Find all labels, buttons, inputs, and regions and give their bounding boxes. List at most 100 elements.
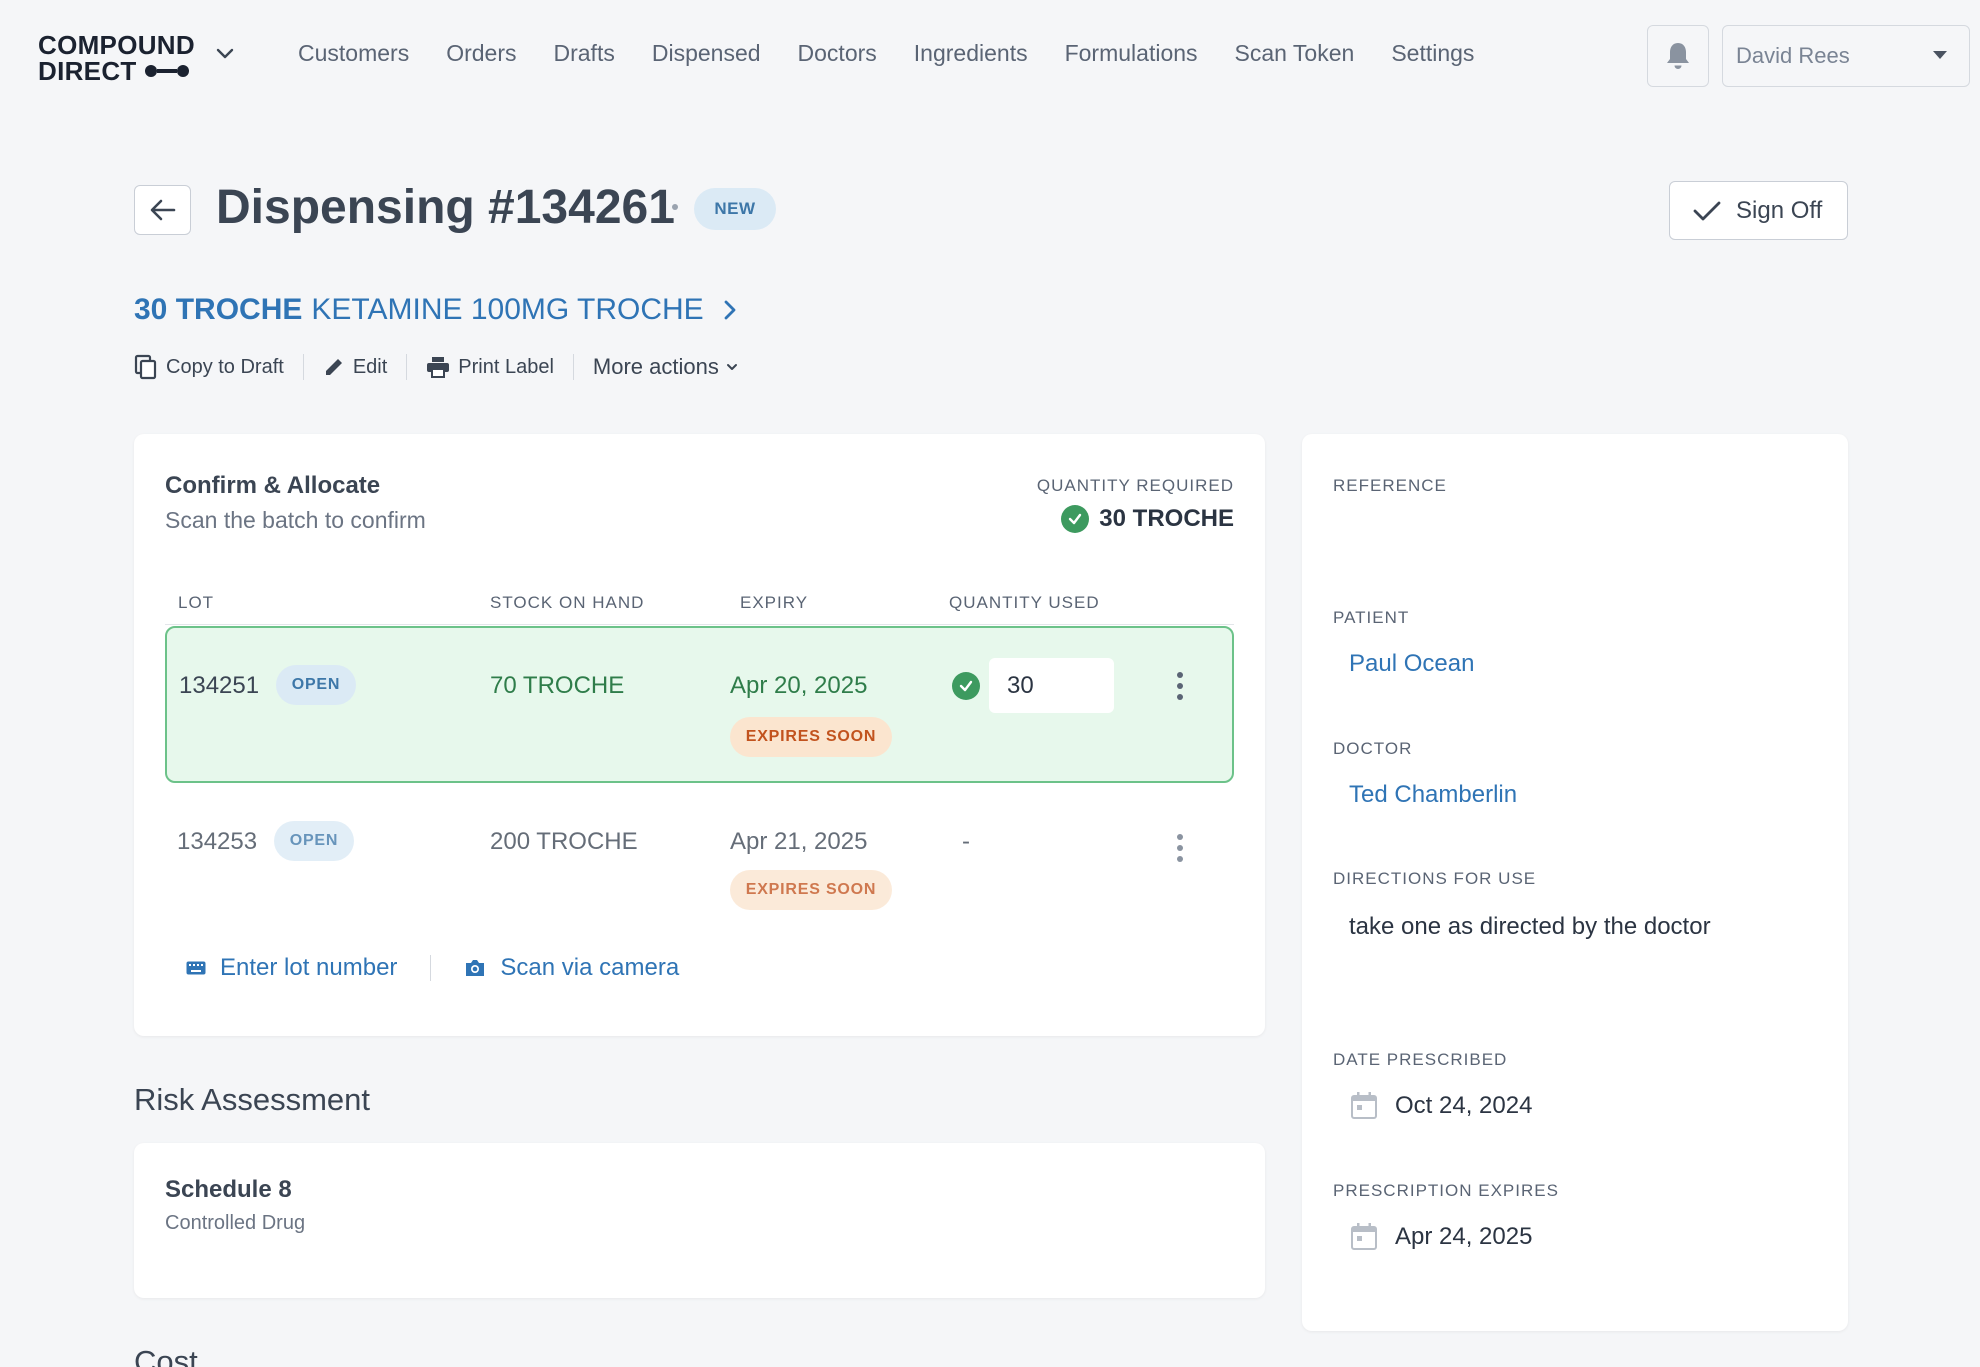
back-button[interactable] bbox=[134, 185, 191, 235]
date-prescribed: Oct 24, 2024 bbox=[1349, 1091, 1532, 1121]
prescription-expires-value: Apr 24, 2025 bbox=[1395, 1223, 1533, 1250]
nav-ingredients[interactable]: Ingredients bbox=[914, 40, 1028, 67]
card-title: Confirm & Allocate bbox=[165, 472, 381, 499]
chevron-down-icon[interactable] bbox=[214, 42, 236, 64]
directions-text: take one as directed by the doctor bbox=[1349, 913, 1711, 940]
expiry-date: Apr 20, 2025 bbox=[730, 672, 868, 699]
expires-soon-badge: EXPIRES SOON bbox=[730, 870, 892, 910]
pencil-icon bbox=[325, 359, 342, 375]
patient-label: PATIENT bbox=[1333, 608, 1410, 627]
row-menu-icon[interactable] bbox=[1170, 830, 1190, 866]
enter-lot-number-label: Enter lot number bbox=[220, 954, 398, 981]
copy-to-draft-button[interactable]: Copy to Draft bbox=[134, 354, 303, 380]
enter-lot-number-button[interactable]: Enter lot number bbox=[186, 954, 397, 982]
bell-icon bbox=[1667, 43, 1689, 69]
nav-settings[interactable]: Settings bbox=[1391, 40, 1474, 67]
check-circle-icon bbox=[952, 672, 980, 700]
logo-line2: DIRECT bbox=[38, 56, 137, 86]
date-prescribed-label: DATE PRESCRIBED bbox=[1333, 1050, 1508, 1069]
confirm-allocate-card: Confirm & Allocate Scan the batch to con… bbox=[134, 434, 1265, 1036]
reference-label: REFERENCE bbox=[1333, 476, 1447, 495]
printer-icon bbox=[427, 357, 450, 378]
lot-row[interactable]: 134253 OPEN 200 TROCHE Apr 21, 2025 EXPI… bbox=[165, 784, 1234, 934]
copy-to-draft-label: Copy to Draft bbox=[166, 355, 284, 378]
lot-status-badge: OPEN bbox=[274, 821, 354, 861]
main-nav: Customers Orders Drafts Dispensed Doctor… bbox=[298, 40, 1511, 67]
lot-row[interactable]: 134251 OPEN 70 TROCHE Apr 20, 2025 EXPIR… bbox=[165, 626, 1234, 783]
quantity-required-label: QUANTITY REQUIRED bbox=[1036, 476, 1234, 495]
logo-line1: COMPOUND bbox=[38, 30, 195, 60]
column-header-stock: STOCK ON HAND bbox=[490, 593, 645, 612]
doctor-link[interactable]: Ted Chamberlin bbox=[1349, 781, 1517, 809]
user-select[interactable]: David Rees bbox=[1722, 25, 1970, 87]
camera-icon bbox=[466, 960, 485, 976]
lot-number: 134251 bbox=[179, 672, 260, 699]
check-icon bbox=[1693, 201, 1721, 220]
user-name: David Rees bbox=[1736, 43, 1850, 68]
calendar-icon bbox=[1351, 1223, 1377, 1250]
nav-doctors[interactable]: Doctors bbox=[798, 40, 877, 67]
print-label-button[interactable]: Print Label bbox=[407, 356, 573, 379]
stock-on-hand: 200 TROCHE bbox=[490, 828, 638, 855]
prescription-expires-label: PRESCRIPTION EXPIRES bbox=[1333, 1181, 1559, 1200]
caret-down-icon bbox=[1933, 51, 1947, 59]
keyboard-icon bbox=[186, 961, 206, 975]
edit-label: Edit bbox=[352, 355, 388, 378]
nav-orders[interactable]: Orders bbox=[446, 40, 516, 67]
divider bbox=[430, 955, 432, 981]
date-prescribed-value: Oct 24, 2024 bbox=[1395, 1092, 1533, 1119]
row-menu-icon[interactable] bbox=[1170, 668, 1190, 704]
sign-off-button[interactable]: Sign Off bbox=[1669, 181, 1848, 240]
prescription-expires: Apr 24, 2025 bbox=[1349, 1222, 1532, 1252]
cost-heading: Cost bbox=[134, 1344, 198, 1367]
expiry-date: Apr 21, 2025 bbox=[730, 828, 868, 855]
stock-on-hand: 70 TROCHE bbox=[490, 672, 625, 699]
product-name: KETAMINE 100MG TROCHE bbox=[311, 293, 704, 326]
risk-assessment-heading: Risk Assessment bbox=[134, 1082, 371, 1117]
expires-soon-badge: EXPIRES SOON bbox=[730, 717, 892, 757]
divider bbox=[165, 624, 1234, 625]
lot-status-badge: OPEN bbox=[276, 665, 356, 705]
lot-number: 134253 bbox=[177, 828, 258, 855]
quantity-used-input[interactable] bbox=[989, 658, 1114, 713]
page-title: Dispensing #134261 bbox=[216, 181, 675, 234]
product-quantity: 30 TROCHE bbox=[134, 293, 303, 326]
scan-via-camera-label: Scan via camera bbox=[500, 954, 680, 981]
directions-label: DIRECTIONS FOR USE bbox=[1333, 869, 1537, 888]
sign-off-label: Sign Off bbox=[1736, 196, 1823, 224]
nav-formulations[interactable]: Formulations bbox=[1065, 40, 1198, 67]
risk-assessment-card: Schedule 8 Controlled Drug bbox=[134, 1143, 1265, 1298]
nav-drafts[interactable]: Drafts bbox=[554, 40, 615, 67]
patient-link[interactable]: Paul Ocean bbox=[1349, 650, 1474, 678]
top-navigation: COMPOUND DIRECT Customers Orders Drafts … bbox=[0, 0, 1980, 112]
chevron-right-icon bbox=[724, 300, 736, 320]
risk-subtitle: Controlled Drug bbox=[165, 1212, 306, 1234]
nav-scan-token[interactable]: Scan Token bbox=[1235, 40, 1355, 67]
check-circle-icon bbox=[1061, 505, 1090, 533]
quantity-required-value: 30 TROCHE bbox=[1061, 505, 1234, 533]
compound-direct-logo[interactable]: COMPOUND DIRECT bbox=[38, 32, 198, 84]
notifications-button[interactable] bbox=[1647, 25, 1709, 87]
copy-icon bbox=[134, 354, 157, 380]
nav-dispensed[interactable]: Dispensed bbox=[652, 40, 761, 67]
card-subtitle: Scan the batch to confirm bbox=[165, 507, 426, 533]
nav-customers[interactable]: Customers bbox=[298, 40, 409, 67]
calendar-icon bbox=[1351, 1092, 1377, 1119]
risk-title: Schedule 8 bbox=[165, 1176, 292, 1203]
action-bar: Copy to Draft Edit Print Label More acti… bbox=[134, 352, 758, 382]
column-header-lot: LOT bbox=[178, 593, 215, 612]
entry-links: Enter lot number Scan via camera bbox=[186, 954, 679, 982]
column-header-expiry: EXPIRY bbox=[740, 593, 809, 612]
doctor-label: DOCTOR bbox=[1333, 739, 1413, 758]
arrow-left-icon bbox=[150, 199, 175, 221]
edit-button[interactable]: Edit bbox=[304, 356, 406, 379]
product-link[interactable]: 30 TROCHE KETAMINE 100MG TROCHE bbox=[134, 293, 738, 327]
quantity-required-text: 30 TROCHE bbox=[1099, 505, 1234, 532]
more-actions-dropdown[interactable]: More actions bbox=[574, 354, 758, 380]
quantity-used-value: - bbox=[962, 828, 970, 855]
logo-mark-icon bbox=[144, 65, 189, 77]
print-label-label: Print Label bbox=[458, 355, 554, 378]
separator-dot bbox=[672, 204, 678, 210]
more-actions-label: More actions bbox=[592, 354, 719, 379]
scan-via-camera-button[interactable]: Scan via camera bbox=[464, 954, 679, 982]
